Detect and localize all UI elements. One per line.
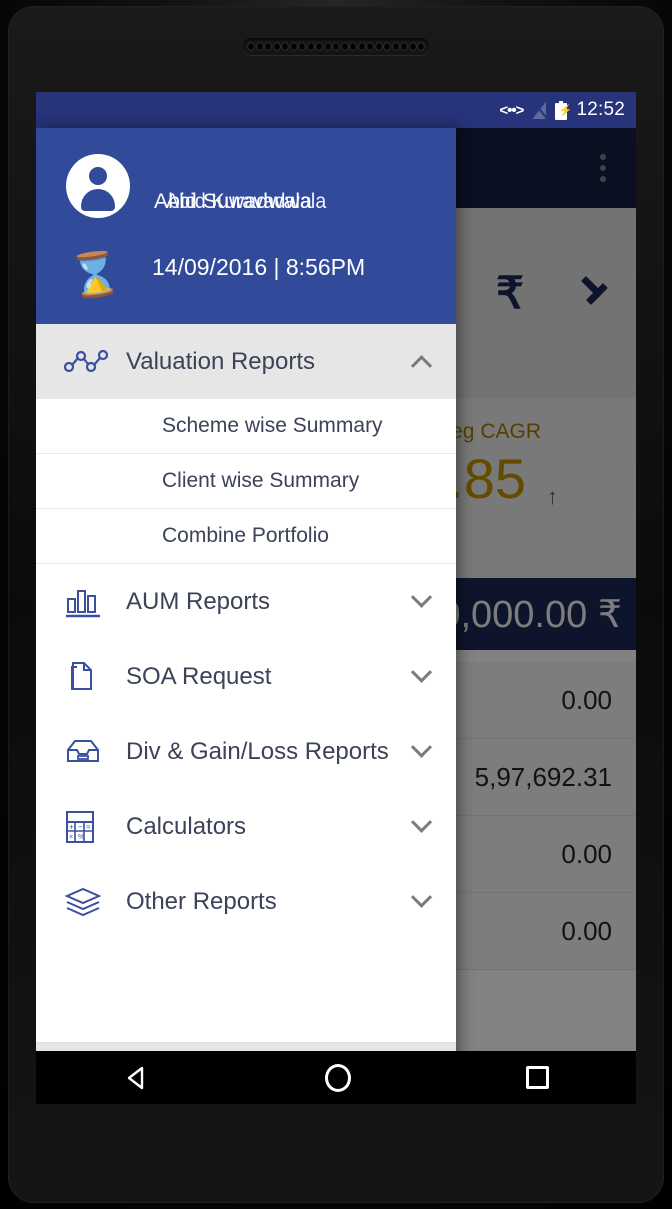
- row-value: 5,97,692.31: [474, 761, 612, 792]
- documents-icon: [64, 657, 118, 697]
- menu-item-soa-request[interactable]: SOA Request: [36, 639, 456, 714]
- inbox-tray-icon: [64, 732, 118, 772]
- row-value: 0.00: [561, 684, 612, 715]
- hourglass-icon: ⌛: [65, 247, 125, 301]
- menu-item-label: Calculators: [126, 812, 247, 840]
- bar-chart-icon: [64, 582, 118, 622]
- svg-text:+: +: [69, 822, 74, 831]
- row-value: 0.00: [561, 838, 612, 869]
- sub-item-label: Scheme wise Summary: [162, 414, 383, 437]
- user-name-overlap: Abid Kuravadwala: [166, 190, 327, 213]
- menu-item-valuation-reports[interactable]: Valuation Reports: [36, 324, 456, 399]
- layers-icon: [64, 882, 118, 922]
- sub-item-label: Client wise Summary: [162, 469, 360, 492]
- menu-item-label: AUM Reports: [126, 587, 271, 615]
- chevron-down-icon[interactable]: [406, 811, 436, 834]
- earpiece-speaker-grille: [243, 38, 429, 55]
- chevron-right-icon[interactable]: [580, 270, 614, 304]
- status-bar: <••> ⚡ 12:52: [36, 92, 636, 128]
- sub-item-label: Combine Portfolio: [162, 524, 329, 547]
- menu-item-label: Other Reports: [126, 887, 277, 915]
- sub-item-client-wise-summary[interactable]: Client wise Summary: [36, 454, 456, 509]
- usb-data-transfer-icon: <••>: [499, 101, 524, 119]
- arrow-up-icon: ↑: [547, 484, 558, 509]
- sub-item-combine-portfolio[interactable]: Combine Portfolio: [36, 509, 456, 564]
- recents-square-icon[interactable]: [525, 1066, 549, 1089]
- svg-text:=: =: [86, 822, 91, 831]
- chevron-up-icon[interactable]: [406, 354, 436, 377]
- svg-text:−: −: [78, 822, 83, 831]
- home-circle-icon[interactable]: [324, 1063, 351, 1092]
- total-value: 0,000.00 ₹: [439, 593, 622, 636]
- menu-item-label: Div & Gain/Loss Reports: [126, 737, 389, 765]
- menu-item-calculators[interactable]: + − = × % Calculators: [36, 789, 456, 864]
- svg-text:%: %: [78, 834, 84, 841]
- menu-item-other-reports[interactable]: Other Reports: [36, 864, 456, 939]
- no-signal-icon: [531, 98, 548, 119]
- android-navigation-bar: [36, 1051, 636, 1104]
- chevron-down-icon[interactable]: [406, 586, 436, 609]
- chevron-down-icon[interactable]: [406, 886, 436, 909]
- row-value: 0.00: [561, 915, 612, 946]
- navigation-drawer: Abid Suwadwala Abid Kuravadwala ⌛ 14/09/…: [36, 128, 456, 1104]
- drawer-header: Abid Suwadwala Abid Kuravadwala ⌛ 14/09/…: [36, 128, 456, 324]
- line-graph-icon: [64, 342, 118, 382]
- menu-item-aum-reports[interactable]: AUM Reports: [36, 564, 456, 639]
- drawer-menu: Valuation Reports Scheme wise Summary Cl…: [36, 324, 456, 1042]
- menu-item-label: Valuation Reports: [126, 347, 315, 375]
- battery-charging-icon: ⚡: [555, 100, 572, 120]
- status-bar-clock: 12:52: [576, 99, 625, 120]
- phone-screen: <••> ⚡ 12:52 ₹ Weg CAGR 6.85 ↑ 0,000.00 …: [36, 92, 636, 1104]
- chevron-down-icon[interactable]: [406, 661, 436, 684]
- chevron-down-icon[interactable]: [406, 736, 436, 759]
- menu-item-label: SOA Request: [126, 662, 272, 690]
- back-triangle-icon[interactable]: [124, 1065, 150, 1091]
- drawer-datetime: 14/09/2016 | 8:56PM: [152, 254, 366, 280]
- calculator-icon: + − = × %: [64, 807, 118, 847]
- sub-item-scheme-wise-summary[interactable]: Scheme wise Summary: [36, 399, 456, 454]
- user-avatar-icon[interactable]: [66, 154, 130, 218]
- menu-item-div-gain-loss-reports[interactable]: Div & Gain/Loss Reports: [36, 714, 456, 789]
- svg-text:×: ×: [69, 834, 73, 841]
- rupee-symbol: ₹: [496, 269, 524, 318]
